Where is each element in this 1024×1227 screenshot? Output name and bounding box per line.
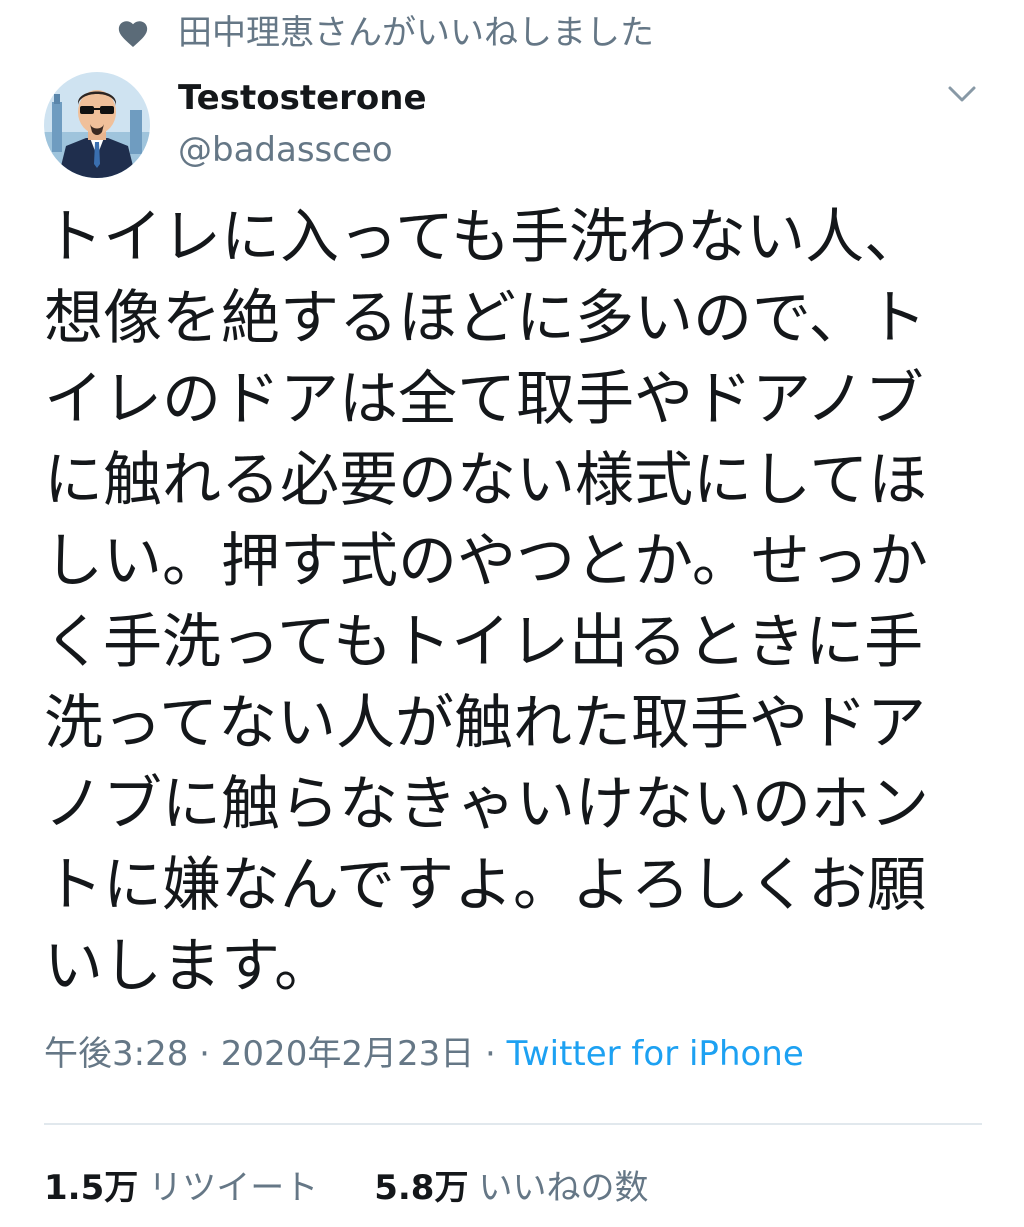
divider (44, 1123, 982, 1125)
social-context (116, 14, 150, 54)
social-context-text: 田中理恵さんがいいねしました (178, 13, 654, 53)
tweet-metadata: 午後3:28 · 2020年2月23日 · Twitter for iPhone (44, 1032, 804, 1076)
chevron-down-icon (948, 86, 976, 102)
avatar[interactable] (44, 72, 150, 178)
tweet-stats: 1.5万 リツイート 5.8万 いいねの数 (44, 1166, 648, 1210)
author-display-name[interactable]: Testosterone (178, 76, 427, 120)
meta-separator: · (474, 1034, 507, 1074)
retweets-count: 1.5万 (44, 1168, 139, 1208)
more-options-button[interactable] (940, 76, 984, 112)
meta-separator: · (188, 1034, 221, 1074)
tweet-date[interactable]: 2020年2月23日 (221, 1034, 474, 1074)
author-username[interactable]: @badassceo (178, 128, 393, 172)
tweet-text: トイレに入っても手洗わない人、 想像を絶するほどに多いので、ト イレのドアは全て… (44, 202, 930, 1000)
retweets-label: リツイート (148, 1168, 319, 1208)
likes-stat[interactable]: 5.8万 いいねの数 (374, 1166, 648, 1210)
avatar-illustration (44, 72, 150, 178)
retweets-stat[interactable]: 1.5万 リツイート (44, 1166, 318, 1210)
likes-count: 5.8万 (374, 1168, 469, 1208)
likes-label: いいねの数 (478, 1168, 649, 1208)
tweet-time[interactable]: 午後3:28 (44, 1034, 188, 1074)
tweet-source-link[interactable]: Twitter for iPhone (507, 1034, 804, 1074)
heart-icon (118, 21, 148, 48)
